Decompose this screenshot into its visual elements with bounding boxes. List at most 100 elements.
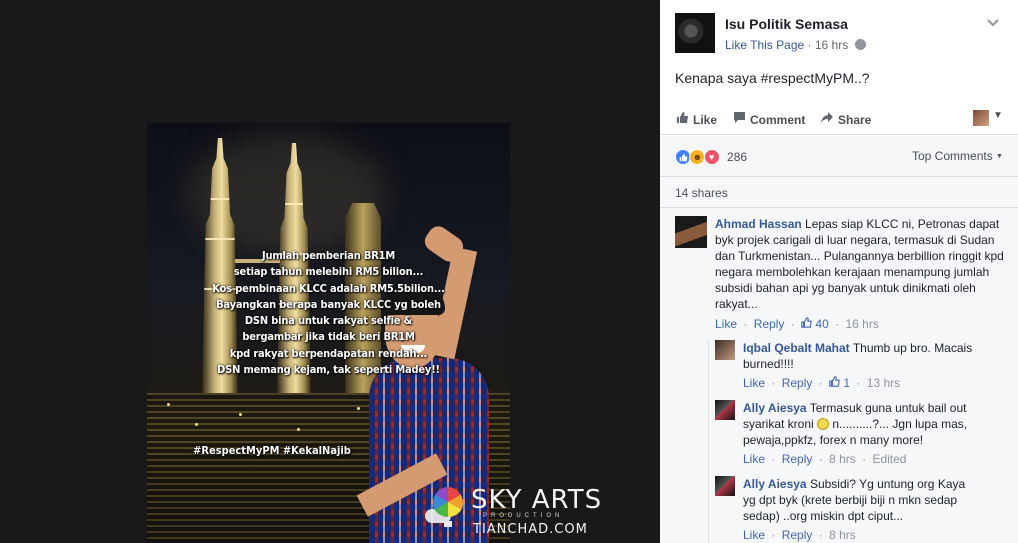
- watermark-site: TIANCHAD.COM: [473, 522, 588, 537]
- caption-line: bergambar jika tidak beri BR1M: [242, 330, 415, 344]
- balloon-basket: [444, 521, 452, 527]
- photo-hashtags: #RespectMyPM #KekalNajib: [193, 444, 351, 457]
- comment-text: Lepas siap KLCC ni, Petronas dapat byk p…: [715, 217, 1004, 311]
- reply: Iqbal Qebalt Mahat Thumb up bro. Macais …: [715, 340, 1010, 390]
- comment-author[interactable]: Ahmad Hassan: [715, 217, 802, 231]
- love-reaction-icon: ♥: [703, 149, 720, 165]
- comment-label: Comment: [750, 113, 806, 127]
- caption-line: Jumlah pemberian BR1M: [261, 249, 396, 262]
- comment-actions: Like · Reply · 40 · 16 hrs: [715, 317, 879, 331]
- photo-caption-text: Jumlah pemberian BR1M setiap tahun meleb…: [165, 248, 492, 378]
- like-button[interactable]: Like: [675, 111, 717, 127]
- commenter-avatar[interactable]: [675, 216, 707, 248]
- reply-body: Ally Aiesya Subsidi? Yg untung org Kaya …: [743, 476, 978, 524]
- globe-icon: [854, 39, 866, 50]
- reply-time[interactable]: 8 hrs: [829, 528, 856, 542]
- separator: ·: [835, 317, 840, 331]
- like-page-link[interactable]: Like This Page: [725, 38, 804, 52]
- reply-like-link[interactable]: Like: [743, 452, 765, 466]
- reply-reply-link[interactable]: Reply: [782, 452, 813, 466]
- city-light: [239, 413, 242, 416]
- post-photo[interactable]: Jumlah pemberian BR1M setiap tahun meleb…: [147, 123, 510, 543]
- post-meta: Like This Page · 16 hrs: [725, 38, 866, 52]
- edited-label[interactable]: Edited: [872, 452, 906, 466]
- separator: ·: [771, 528, 776, 542]
- caret-down-icon: ▼: [996, 153, 1003, 160]
- reply-time[interactable]: 13 hrs: [867, 376, 900, 390]
- reply-like-link[interactable]: Like: [743, 528, 765, 542]
- page-avatar[interactable]: [675, 13, 715, 53]
- post-time[interactable]: 16 hrs: [815, 38, 848, 52]
- shares-count[interactable]: 14 shares: [675, 186, 728, 200]
- separator: ·: [856, 376, 861, 390]
- top-comments-label: Top Comments: [912, 149, 993, 163]
- comment-icon: [732, 111, 746, 127]
- post-actions-bar: Like Comment Share ▼: [660, 107, 1018, 135]
- caption-line: setiap tahun melebihi RM5 bilion...: [233, 265, 424, 279]
- reply-body: Iqbal Qebalt Mahat Thumb up bro. Macais …: [743, 340, 981, 372]
- separator: ·: [790, 317, 795, 331]
- reply: Ally Aiesya Termasuk guna untuk bail out…: [715, 400, 1010, 470]
- caption-line: DSN memang kejam, tak seperti Madey!!: [217, 363, 440, 377]
- city-light: [195, 423, 198, 426]
- thumbs-up-icon: [829, 376, 843, 390]
- reply-like-link[interactable]: Like: [743, 376, 765, 390]
- city-light: [167, 403, 170, 406]
- reply: Ally Aiesya Subsidi? Yg untung org Kaya …: [715, 476, 1010, 543]
- reply-reply-link[interactable]: Reply: [782, 528, 813, 542]
- shares-row: 14 shares: [660, 176, 1018, 208]
- smiley-emoji-icon: [817, 418, 830, 430]
- reply-reply-link[interactable]: Reply: [782, 376, 813, 390]
- thumbs-up-icon: [675, 111, 689, 127]
- reply-actions: Like · Reply · 1 · 13 hrs: [743, 376, 900, 390]
- separator: ·: [743, 317, 748, 331]
- reply-time[interactable]: 8 hrs: [829, 452, 856, 466]
- separator: ·: [771, 452, 776, 466]
- thumbs-up-icon: [801, 317, 815, 331]
- meta-separator: ·: [807, 38, 812, 52]
- reply-author[interactable]: Ally Aiesya: [743, 401, 807, 415]
- separator: ·: [862, 452, 867, 466]
- reply-thread-line: [708, 340, 709, 543]
- comment-reply-link[interactable]: Reply: [754, 317, 785, 331]
- watermark-logo: SKY ARTS PRODUCTION TIANCHAD.COM: [425, 483, 601, 541]
- caption-line: Kos pembinaan KLCC adalah RM5.5bilion...: [212, 281, 445, 295]
- photo-viewer: Jumlah pemberian BR1M setiap tahun meleb…: [0, 0, 660, 543]
- comments-section: ☻ ♥ 286 Top Comments ▼ 14 shares Ahmad H…: [660, 136, 1018, 543]
- reply-actions: Like · Reply · 8 hrs · Edited: [743, 452, 906, 466]
- separator: ·: [818, 376, 823, 390]
- comment-body: Ahmad Hassan Lepas siap KLCC ni, Petrona…: [715, 216, 1005, 312]
- page-name[interactable]: Isu Politik Semasa: [725, 16, 848, 32]
- hot-air-balloon-icon: [433, 487, 463, 517]
- comment-time[interactable]: 16 hrs: [845, 317, 878, 331]
- comment-like-count[interactable]: 40: [815, 317, 828, 331]
- reaction-summary[interactable]: ☻ ♥ 286: [675, 149, 747, 165]
- share-label: Share: [838, 113, 872, 127]
- city-light: [297, 428, 300, 431]
- comment: Ahmad Hassan Lepas siap KLCC ni, Petrona…: [675, 216, 1010, 336]
- reply-body: Ally Aiesya Termasuk guna untuk bail out…: [743, 400, 983, 448]
- separator: ·: [771, 376, 776, 390]
- caption-line: kpd rakyat berpendapatan rendah...: [229, 346, 428, 360]
- reply-actions: Like · Reply · 8 hrs: [743, 528, 856, 542]
- reply-avatar[interactable]: [715, 476, 735, 496]
- post-text: Kenapa saya #respectMyPM..?: [675, 70, 870, 86]
- reply-avatar[interactable]: [715, 400, 735, 420]
- reply-avatar[interactable]: [715, 340, 735, 360]
- top-comments-dropdown[interactable]: Top Comments ▼: [912, 149, 1003, 163]
- reply-like-count[interactable]: 1: [843, 376, 850, 390]
- post-panel: Isu Politik Semasa Like This Page · 16 h…: [660, 0, 1018, 543]
- comment-like-link[interactable]: Like: [715, 317, 737, 331]
- share-button[interactable]: Share: [820, 111, 871, 127]
- chevron-down-icon[interactable]: [985, 14, 1001, 30]
- watermark-title: SKY ARTS: [471, 485, 603, 515]
- viewer-avatar[interactable]: [973, 110, 989, 126]
- reply-author[interactable]: Iqbal Qebalt Mahat: [743, 341, 850, 355]
- reply-author[interactable]: Ally Aiesya: [743, 477, 807, 491]
- separator: ·: [818, 528, 823, 542]
- separator: ·: [818, 452, 823, 466]
- comment-button[interactable]: Comment: [732, 111, 805, 127]
- caret-down-icon[interactable]: ▼: [993, 110, 1003, 121]
- share-icon: [820, 111, 834, 127]
- reaction-count: 286: [727, 150, 748, 164]
